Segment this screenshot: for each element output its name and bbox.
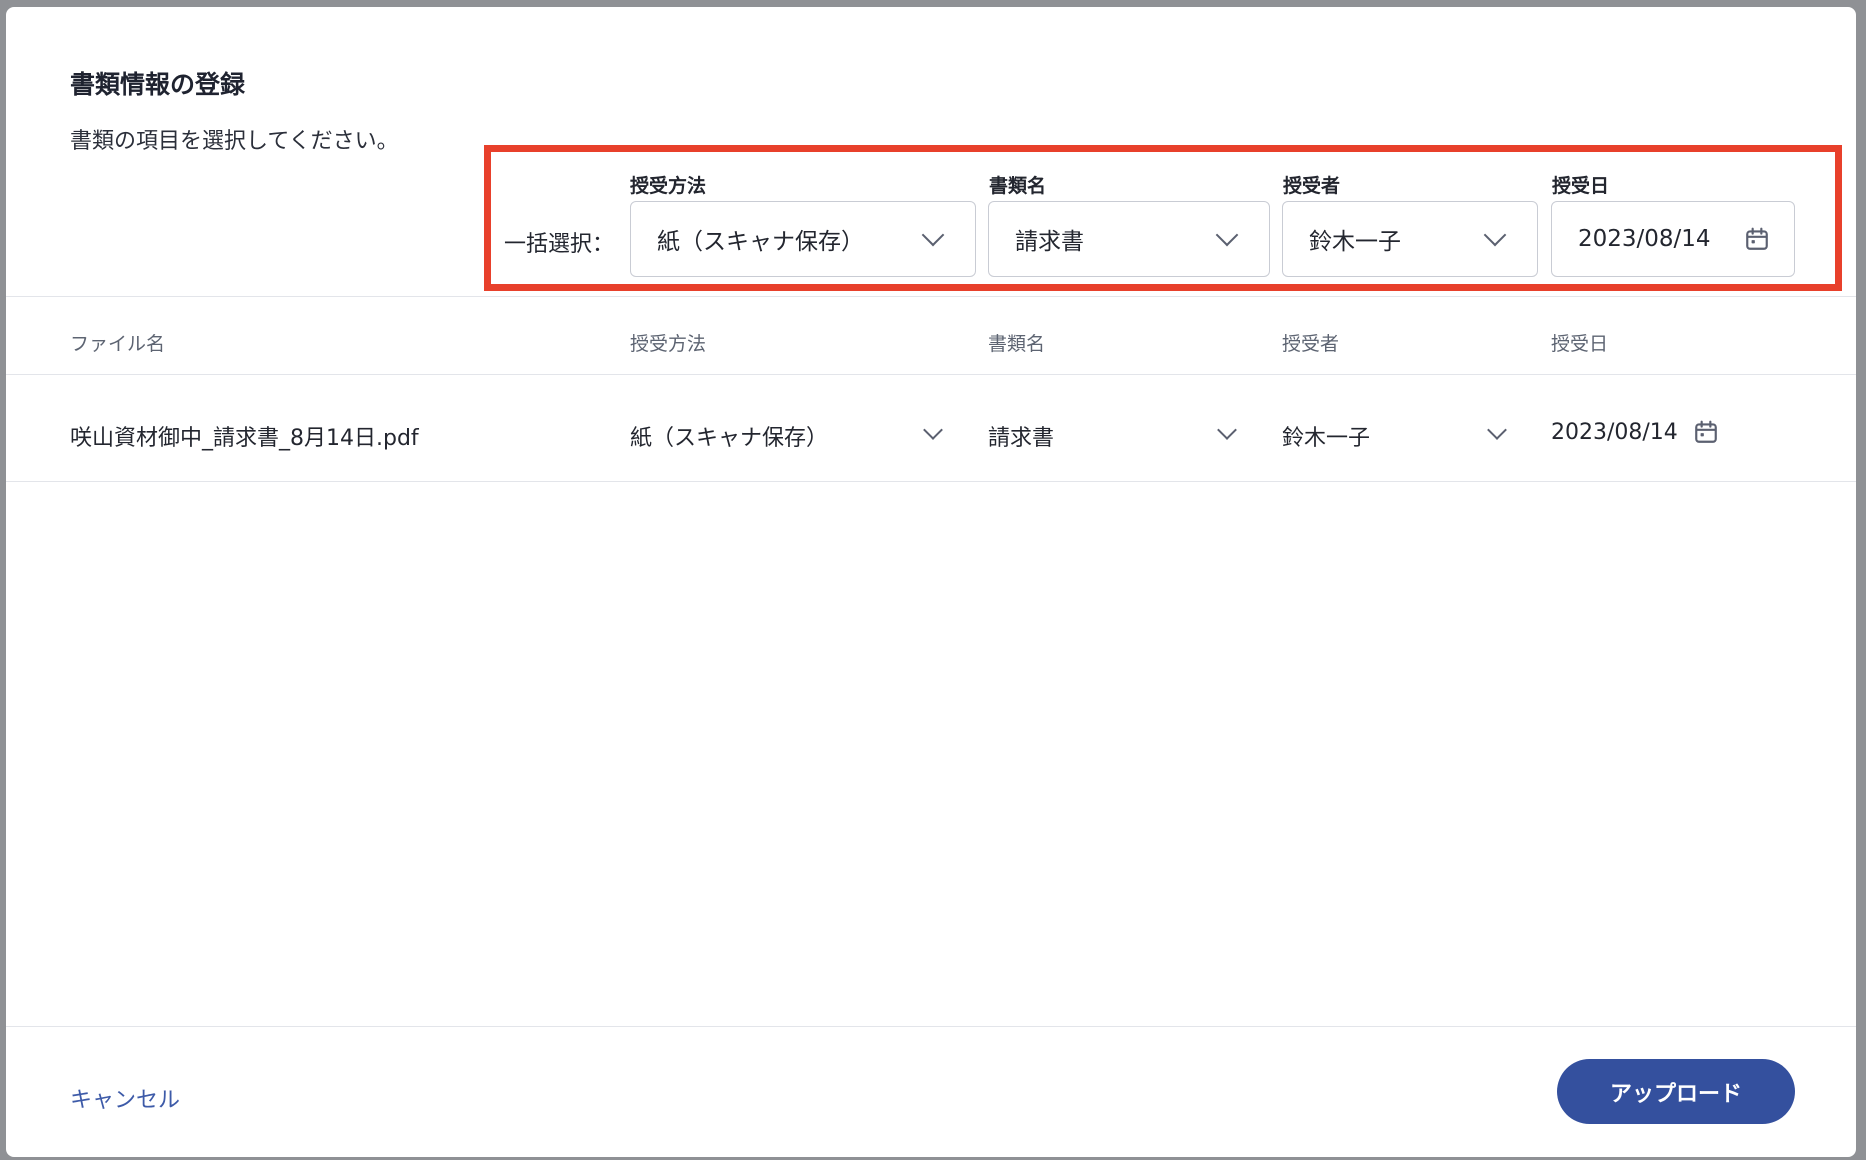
row-file-name: 咲山資材御中_請求書_8月14日.pdf bbox=[70, 426, 419, 451]
footer-divider bbox=[6, 1026, 1856, 1027]
chevron-down-icon bbox=[923, 420, 943, 440]
column-header-file-name: ファイル名 bbox=[70, 333, 166, 355]
bulk-person-select[interactable]: 鈴木一子 bbox=[1282, 201, 1538, 277]
calendar-icon[interactable] bbox=[1693, 419, 1719, 445]
bulk-method-select[interactable]: 紙（スキャナ保存） bbox=[630, 201, 976, 277]
row-doc-name-value: 請求書 bbox=[988, 426, 1055, 451]
chevron-down-icon bbox=[1217, 420, 1237, 440]
dialog-subtitle: 書類の項目を選択してください。 bbox=[70, 129, 399, 154]
column-header-method: 授受方法 bbox=[630, 333, 707, 355]
row-method-select[interactable]: 紙（スキャナ保存） bbox=[630, 420, 980, 451]
header-divider bbox=[6, 296, 1856, 297]
bulk-doc-name-caption: 書類名 bbox=[989, 175, 1047, 197]
column-header-divider bbox=[6, 374, 1856, 375]
dialog-title: 書類情報の登録 bbox=[70, 70, 246, 99]
bulk-date-value: 2023/08/14 bbox=[1578, 226, 1711, 252]
column-header-date: 授受日 bbox=[1551, 333, 1609, 355]
row-method-value: 紙（スキャナ保存） bbox=[630, 426, 829, 451]
bulk-person-value: 鈴木一子 bbox=[1309, 229, 1401, 255]
chevron-down-icon bbox=[1215, 223, 1239, 247]
bulk-doc-name-value: 請求書 bbox=[1015, 229, 1084, 255]
chevron-down-icon bbox=[921, 223, 945, 247]
upload-button[interactable]: アップロード bbox=[1557, 1059, 1795, 1124]
bulk-date-input[interactable]: 2023/08/14 bbox=[1551, 201, 1795, 277]
row-divider bbox=[6, 481, 1856, 482]
row-date-input[interactable]: 2023/08/14 bbox=[1551, 420, 1791, 452]
row-person-select[interactable]: 鈴木一子 bbox=[1282, 420, 1538, 451]
row-person-value: 鈴木一子 bbox=[1282, 426, 1371, 451]
bulk-method-caption: 授受方法 bbox=[630, 175, 707, 197]
column-header-person: 授受者 bbox=[1282, 333, 1340, 355]
chevron-down-icon bbox=[1483, 223, 1507, 247]
row-date-value: 2023/08/14 bbox=[1551, 420, 1678, 445]
bulk-person-caption: 授受者 bbox=[1283, 175, 1341, 197]
bulk-method-value: 紙（スキャナ保存） bbox=[657, 229, 864, 255]
row-doc-name-select[interactable]: 請求書 bbox=[988, 420, 1278, 451]
bulk-select-label: 一括選択： bbox=[504, 232, 615, 257]
register-document-dialog: 書類情報の登録 書類の項目を選択してください。 一括選択： 授受方法 書類名 授… bbox=[6, 7, 1856, 1157]
bulk-date-caption: 授受日 bbox=[1552, 175, 1610, 197]
cancel-button[interactable]: キャンセル bbox=[70, 1082, 180, 1114]
chevron-down-icon bbox=[1487, 420, 1507, 440]
bulk-doc-name-select[interactable]: 請求書 bbox=[988, 201, 1270, 277]
column-header-doc-name: 書類名 bbox=[988, 333, 1046, 355]
calendar-icon[interactable] bbox=[1744, 226, 1770, 252]
